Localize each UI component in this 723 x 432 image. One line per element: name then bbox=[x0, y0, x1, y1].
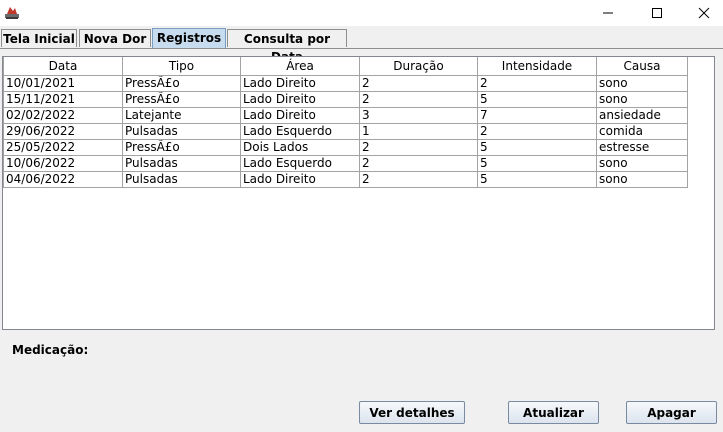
cell-causa: estresse bbox=[596, 139, 688, 156]
cell-causa: comida bbox=[596, 123, 688, 140]
cell-area: Lado Esquerdo bbox=[240, 155, 360, 172]
cell-tipo: Pulsadas bbox=[122, 123, 241, 140]
cell-area: Lado Esquerdo bbox=[240, 123, 360, 140]
cell-tipo: PressÃ£o bbox=[122, 75, 241, 92]
records-table: Data Tipo Área Duração Intensidade Causa… bbox=[3, 57, 688, 188]
tab-tela-inicial[interactable]: Tela Inicial bbox=[1, 29, 77, 47]
column-header-intensidade[interactable]: Intensidade bbox=[477, 57, 597, 76]
table-row[interactable]: 10/06/2022 Pulsadas Lado Esquerdo 2 5 so… bbox=[3, 155, 688, 172]
title-bar bbox=[0, 0, 723, 26]
cell-data: 15/11/2021 bbox=[3, 91, 123, 108]
table-row[interactable]: 29/06/2022 Pulsadas Lado Esquerdo 1 2 co… bbox=[3, 123, 688, 140]
cell-data: 02/02/2022 bbox=[3, 107, 123, 124]
cell-duracao: 2 bbox=[359, 139, 478, 156]
cell-intensidade: 7 bbox=[477, 107, 597, 124]
cell-intensidade: 5 bbox=[477, 171, 597, 188]
cell-causa: ansiedade bbox=[596, 107, 688, 124]
column-header-tipo[interactable]: Tipo bbox=[122, 57, 241, 76]
cell-intensidade: 2 bbox=[477, 75, 597, 92]
cell-data: 10/01/2021 bbox=[3, 75, 123, 92]
close-icon bbox=[698, 7, 710, 19]
cell-area: Lado Direito bbox=[240, 171, 360, 188]
records-table-container[interactable]: Data Tipo Área Duração Intensidade Causa… bbox=[2, 56, 715, 330]
cell-duracao: 2 bbox=[359, 75, 478, 92]
cell-data: 29/06/2022 bbox=[3, 123, 123, 140]
tab-consulta-por-data[interactable]: Consulta por Data bbox=[227, 29, 347, 64]
column-header-area[interactable]: Área bbox=[240, 57, 360, 76]
cell-duracao: 2 bbox=[359, 171, 478, 188]
tab-separator bbox=[0, 48, 723, 49]
cell-intensidade: 5 bbox=[477, 91, 597, 108]
cell-intensidade: 5 bbox=[477, 139, 597, 156]
table-row[interactable]: 25/05/2022 PressÃ£o Dois Lados 2 5 estre… bbox=[3, 139, 688, 156]
table-header-row: Data Tipo Área Duração Intensidade Causa bbox=[3, 57, 688, 76]
cell-tipo: Pulsadas bbox=[122, 171, 241, 188]
cell-intensidade: 2 bbox=[477, 123, 597, 140]
cell-causa: sono bbox=[596, 171, 688, 188]
cell-tipo: Pulsadas bbox=[122, 155, 241, 172]
table-row[interactable]: 15/11/2021 PressÃ£o Lado Direito 2 5 son… bbox=[3, 91, 688, 108]
cell-tipo: Latejante bbox=[122, 107, 241, 124]
apagar-button[interactable]: Apagar bbox=[626, 401, 717, 424]
maximize-icon bbox=[652, 8, 662, 18]
tab-bar: Tela Inicial Nova Dor Registros Consulta… bbox=[0, 28, 723, 64]
table-row[interactable]: 02/02/2022 Latejante Lado Direito 3 7 an… bbox=[3, 107, 688, 124]
ver-detalhes-button[interactable]: Ver detalhes bbox=[359, 401, 465, 424]
atualizar-button[interactable]: Atualizar bbox=[508, 401, 599, 424]
minimize-button[interactable] bbox=[585, 0, 631, 26]
java-app-icon bbox=[5, 7, 19, 19]
cell-intensidade: 5 bbox=[477, 155, 597, 172]
minimize-icon bbox=[603, 12, 613, 14]
cell-duracao: 1 bbox=[359, 123, 478, 140]
close-button[interactable] bbox=[681, 0, 723, 26]
tab-nova-dor[interactable]: Nova Dor bbox=[79, 29, 151, 47]
cell-causa: sono bbox=[596, 91, 688, 108]
tab-registros[interactable]: Registros bbox=[152, 28, 226, 48]
cell-data: 25/05/2022 bbox=[3, 139, 123, 156]
cell-causa: sono bbox=[596, 75, 688, 92]
cell-tipo: PressÃ£o bbox=[122, 91, 241, 108]
cell-duracao: 2 bbox=[359, 91, 478, 108]
cell-tipo: PressÃ£o bbox=[122, 139, 241, 156]
cell-duracao: 2 bbox=[359, 155, 478, 172]
maximize-button[interactable] bbox=[634, 0, 680, 26]
cell-area: Lado Direito bbox=[240, 75, 360, 92]
cell-data: 10/06/2022 bbox=[3, 155, 123, 172]
column-header-duracao[interactable]: Duração bbox=[359, 57, 478, 76]
table-row[interactable]: 04/06/2022 Pulsadas Lado Direito 2 5 son… bbox=[3, 171, 688, 188]
cell-data: 04/06/2022 bbox=[3, 171, 123, 188]
column-header-causa[interactable]: Causa bbox=[596, 57, 688, 76]
table-row[interactable]: 10/01/2021 PressÃ£o Lado Direito 2 2 son… bbox=[3, 75, 688, 92]
cell-area: Lado Direito bbox=[240, 107, 360, 124]
cell-duracao: 3 bbox=[359, 107, 478, 124]
medicacao-label: Medicação: bbox=[12, 343, 89, 357]
cell-causa: sono bbox=[596, 155, 688, 172]
cell-area: Lado Direito bbox=[240, 91, 360, 108]
column-header-data[interactable]: Data bbox=[3, 57, 123, 76]
cell-area: Dois Lados bbox=[240, 139, 360, 156]
